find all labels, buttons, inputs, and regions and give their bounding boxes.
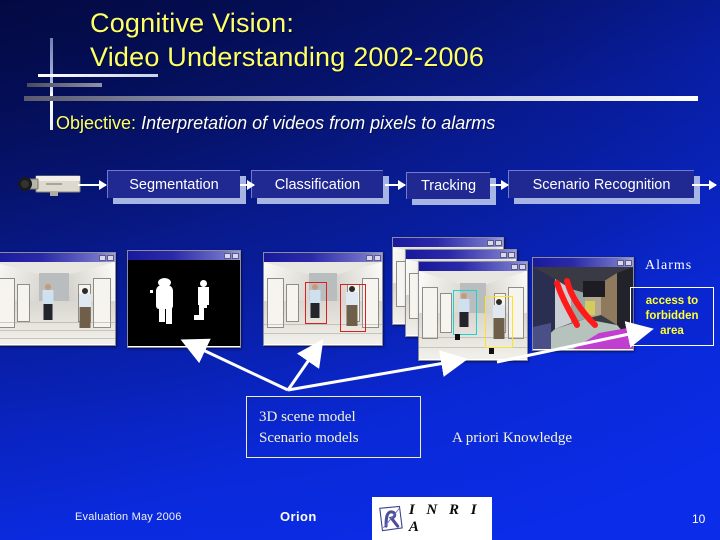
window-titlebar bbox=[419, 262, 527, 271]
window-titlebar bbox=[533, 258, 633, 267]
a-priori-knowledge-caption: A priori Knowledge bbox=[452, 430, 572, 446]
scenario-3d-frame bbox=[532, 257, 634, 351]
frame-image bbox=[533, 267, 633, 349]
inria-mark-icon bbox=[379, 505, 403, 531]
alarm-message-box: access to forbidden area bbox=[630, 287, 714, 346]
window-titlebar bbox=[128, 251, 240, 260]
pipeline-stage-label: Scenario Recognition bbox=[532, 176, 671, 193]
footer-team: Orion bbox=[280, 509, 317, 524]
segmentation-input-frame bbox=[0, 252, 116, 346]
segmentation-output-frame bbox=[127, 250, 241, 348]
detection-box bbox=[305, 282, 327, 324]
track-label bbox=[455, 334, 461, 340]
alarm-line-2: forbidden bbox=[645, 310, 699, 322]
window-controls[interactable] bbox=[366, 254, 381, 261]
pipeline-stage-scenario-recognition[interactable]: Scenario Recognition bbox=[508, 170, 694, 198]
frame-image bbox=[264, 262, 382, 344]
alarm-line-3: area bbox=[660, 325, 684, 337]
arrow-tracking-to-scenario bbox=[490, 180, 509, 190]
pipeline-stage-tracking[interactable]: Tracking bbox=[406, 172, 490, 199]
window-titlebar bbox=[406, 250, 516, 259]
frame-image bbox=[419, 271, 527, 359]
window-controls[interactable] bbox=[617, 259, 632, 266]
window-controls[interactable] bbox=[487, 239, 502, 246]
decoration-accent-line-top bbox=[38, 74, 158, 77]
frame-image bbox=[128, 260, 240, 346]
model-line-2: Scenario models bbox=[259, 430, 359, 446]
footer-event: Evaluation May 2006 bbox=[75, 511, 182, 523]
inria-logo: I N R I A bbox=[372, 497, 492, 540]
objective-line: Objective: Interpretation of videos from… bbox=[56, 113, 495, 134]
tracking-frame-stack bbox=[418, 261, 528, 361]
alarms-label: Alarms bbox=[645, 258, 693, 273]
decoration-accent-line-mid bbox=[27, 83, 102, 87]
objective-value: Interpretation of videos from pixels to … bbox=[141, 113, 496, 133]
arrow-segmentation-to-classification bbox=[240, 180, 255, 190]
window-titlebar bbox=[393, 238, 503, 247]
pipeline-stage-label: Tracking bbox=[420, 178, 477, 194]
pipeline-stage-label: Segmentation bbox=[129, 176, 219, 193]
track-label bbox=[489, 348, 495, 354]
objective-label: Objective: bbox=[56, 113, 137, 133]
window-controls[interactable] bbox=[99, 254, 114, 261]
frame-image bbox=[0, 262, 115, 344]
title-line-2: Video Understanding 2002-2006 bbox=[90, 42, 485, 72]
page-title: Cognitive Vision: Video Understanding 20… bbox=[90, 6, 690, 74]
inria-wordmark: I N R I A bbox=[408, 501, 481, 535]
track-box-cyan bbox=[453, 290, 477, 335]
video-camera-icon bbox=[16, 172, 86, 200]
alarm-line-1: access to bbox=[645, 295, 699, 307]
pipeline-stage-classification[interactable]: Classification bbox=[251, 170, 383, 198]
pipeline-stage-segmentation[interactable]: Segmentation bbox=[107, 170, 240, 198]
arrow-classification-to-tracking bbox=[385, 180, 406, 190]
classification-frame bbox=[263, 252, 383, 346]
page-number: 10 bbox=[692, 512, 706, 526]
window-controls[interactable] bbox=[224, 252, 239, 259]
window-titlebar bbox=[0, 253, 115, 262]
window-titlebar bbox=[264, 253, 382, 262]
scene-model-box: 3D scene model Scenario models bbox=[246, 396, 421, 458]
track-box-yellow bbox=[485, 296, 513, 348]
window-controls[interactable] bbox=[500, 251, 515, 258]
slide-canvas: Cognitive Vision: Video Understanding 20… bbox=[0, 0, 720, 540]
model-line-1: 3D scene model bbox=[259, 409, 356, 425]
window-controls[interactable] bbox=[511, 263, 526, 270]
pipeline-stage-label: Classification bbox=[274, 176, 361, 193]
arrow-camera-to-segmentation bbox=[78, 180, 107, 190]
decoration-horizontal-rule bbox=[24, 96, 698, 101]
detection-box bbox=[340, 284, 366, 332]
title-line-1: Cognitive Vision: bbox=[90, 8, 295, 38]
arrow-scenario-to-alarms bbox=[692, 180, 717, 190]
